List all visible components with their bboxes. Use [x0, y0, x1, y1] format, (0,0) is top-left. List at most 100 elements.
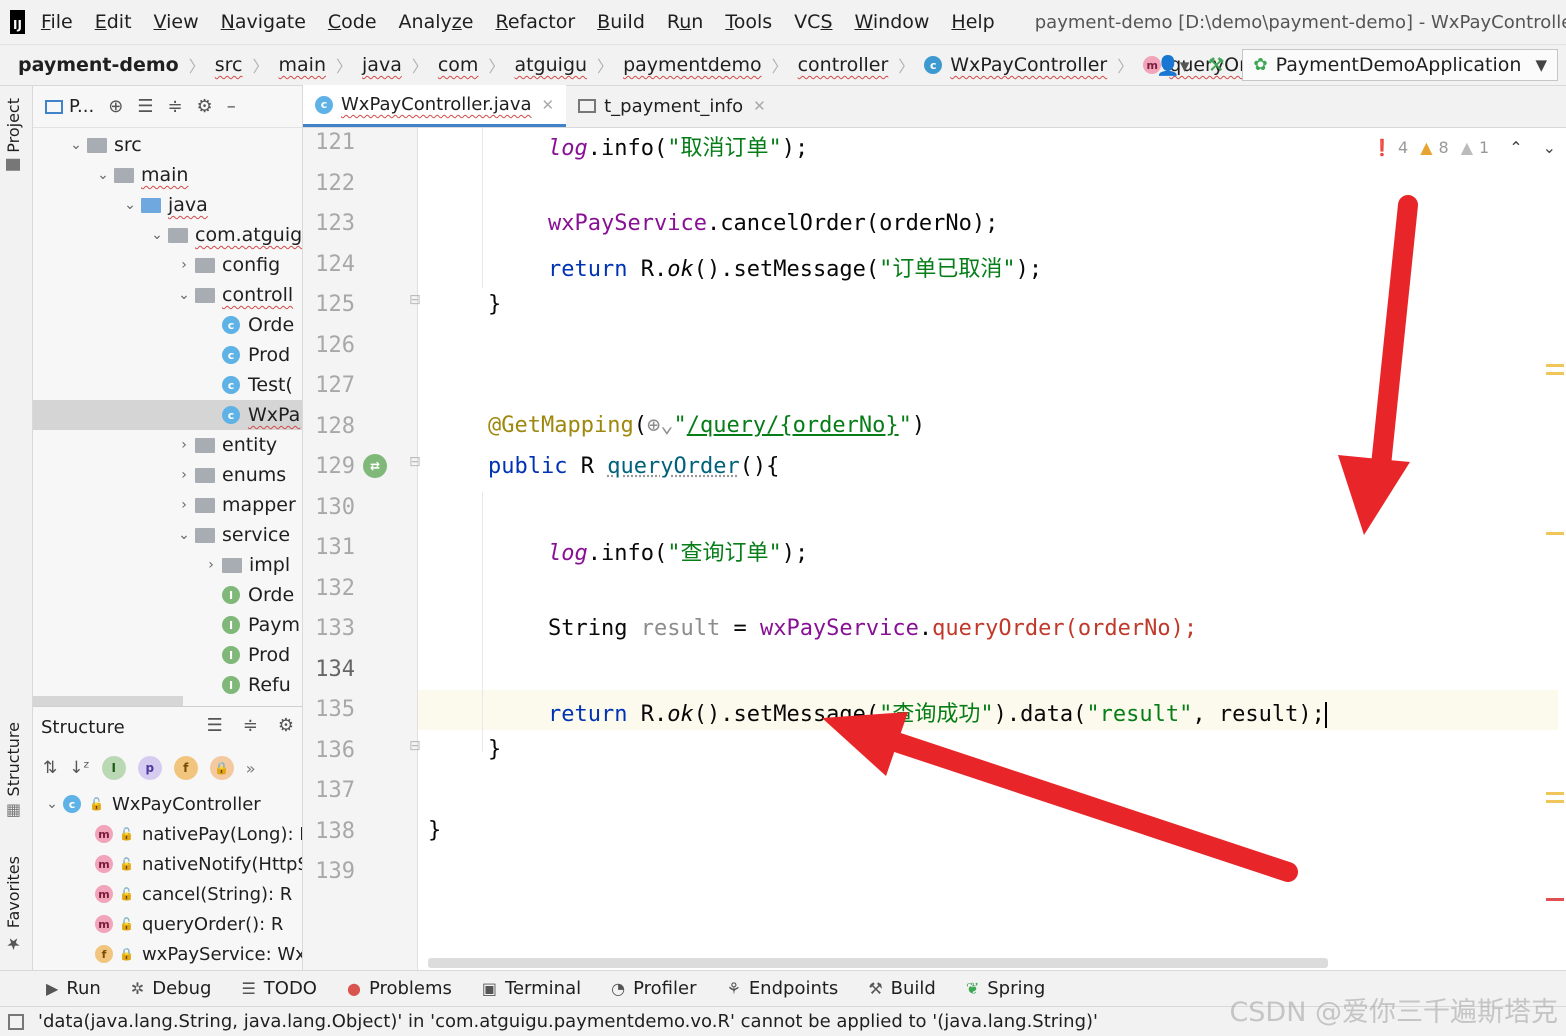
chevron-down-icon[interactable]: ⌄ [92, 167, 114, 183]
structure-method[interactable]: m 🔓 nativePay(Long): F [95, 819, 302, 849]
horizontal-scrollbar[interactable] [428, 958, 1328, 968]
line-number[interactable]: 136 [311, 738, 355, 763]
collapse-all-icon[interactable]: ≑ [243, 715, 258, 736]
tree-item-impl[interactable]: › impl [200, 550, 290, 580]
tree-item-prod[interactable]: c Prod [200, 340, 290, 370]
tool-build[interactable]: ⚒ Build [868, 978, 936, 999]
line-number[interactable]: 138 [311, 819, 355, 844]
line-number[interactable]: 131 [311, 535, 355, 560]
tab-t-payment-info[interactable]: t_payment_info ✕ [566, 85, 778, 127]
structure-field[interactable]: f 🔒 wxPayService: Wx [95, 939, 302, 969]
close-icon[interactable]: ✕ [542, 96, 555, 114]
breadcrumb-com[interactable]: com [438, 54, 479, 76]
tree-item-mapper[interactable]: › mapper [173, 490, 296, 520]
sort-by-visibility-icon[interactable]: ⇅ [43, 758, 57, 778]
tool-todo[interactable]: ☰ TODO [241, 978, 317, 999]
warning-stripe-marker[interactable] [1546, 372, 1564, 375]
gear-icon[interactable]: ⚙ [197, 96, 213, 117]
tab-wxpaycontroller[interactable]: c WxPayController.java ✕ [303, 85, 567, 127]
tree-item-src[interactable]: ⌄ src [65, 130, 142, 160]
tool-debug[interactable]: ✲ Debug [131, 978, 212, 999]
more-icon[interactable]: » [246, 759, 256, 778]
build-hammer-icon[interactable]: ⚒ [1207, 54, 1224, 76]
breadcrumb-java[interactable]: java [362, 54, 402, 76]
tree-item-service[interactable]: ⌄ service [173, 520, 290, 550]
chevron-right-icon[interactable]: › [173, 497, 195, 513]
tool-problems[interactable]: ● Problems [347, 978, 452, 999]
run-configuration-select[interactable]: ✿ PaymentDemoApplication ▼ [1242, 49, 1558, 81]
horizontal-scrollbar[interactable] [33, 696, 183, 706]
gear-icon[interactable]: ⚙ [278, 715, 294, 736]
hide-icon[interactable]: – [227, 96, 236, 117]
breadcrumb-atguigu[interactable]: atguigu [514, 54, 587, 76]
inspection-widget[interactable]: ❗ 4 ▲ 8 ▲ 1 ⌃ ⌄ [1372, 138, 1556, 157]
warning-stripe-marker[interactable] [1546, 800, 1564, 803]
tool-run[interactable]: ▶ Run [46, 978, 101, 999]
project-tool-tab[interactable]: Project [4, 98, 23, 171]
expand-all-icon[interactable]: ☰ [207, 715, 223, 736]
line-number[interactable]: 139 [311, 859, 355, 884]
tree-item-controll[interactable]: ⌄ controll [173, 280, 293, 310]
line-number[interactable]: 133 [311, 616, 355, 641]
tree-item-paym[interactable]: I Paym [200, 610, 300, 640]
show-inherited-icon[interactable]: I [101, 756, 126, 780]
menu-window[interactable]: Window [855, 11, 930, 33]
structure-root[interactable]: ⌄ c 🔓 WxPayController [41, 789, 261, 819]
code-area[interactable]: log.info("取消订单"); wxPayService.cancelOrd… [418, 128, 1566, 970]
line-number[interactable]: 127 [311, 373, 355, 398]
locate-icon[interactable]: ⊕ [108, 96, 123, 117]
chevron-down-icon[interactable]: ⌄ [173, 287, 195, 303]
sort-alphabetically-icon[interactable]: ↓ᶻ [69, 758, 89, 778]
menu-analyze[interactable]: Analyze [399, 11, 474, 33]
structure-method[interactable]: m 🔓 nativeNotify(HttpS [95, 849, 302, 879]
tree-item-orde[interactable]: I Orde [200, 580, 294, 610]
line-number[interactable]: 130 [311, 495, 355, 520]
chevron-down-icon[interactable]: ⌄ [1543, 138, 1556, 157]
tree-item-entity[interactable]: › entity [173, 430, 277, 460]
menu-navigate[interactable]: Navigate [221, 11, 306, 33]
line-number[interactable]: 121 [311, 130, 355, 155]
status-toggle-icon[interactable] [8, 1013, 24, 1030]
tree-item-java[interactable]: ⌄ java [119, 190, 208, 220]
menu-file[interactable]: File [41, 11, 73, 33]
line-number[interactable]: 125 [311, 292, 355, 317]
line-number[interactable]: 128 [311, 414, 355, 439]
tree-item-main[interactable]: ⌄ main [92, 160, 188, 190]
show-properties-icon[interactable]: p [137, 756, 162, 780]
line-number[interactable]: 132 [311, 576, 355, 601]
menu-vcs[interactable]: VCS [794, 11, 832, 33]
line-number[interactable]: 124 [311, 252, 355, 277]
tree-item-com-atguig[interactable]: ⌄ com.atguig [146, 220, 302, 250]
chevron-down-icon[interactable]: ⌄ [146, 227, 168, 243]
menu-edit[interactable]: Edit [95, 11, 132, 33]
chevron-down-icon[interactable]: ⌄ [65, 137, 87, 153]
line-number[interactable]: 135 [311, 697, 355, 722]
structure-method[interactable]: m 🔓 queryOrder(): R [95, 909, 283, 939]
breadcrumb-controller[interactable]: controller [798, 54, 889, 76]
line-number[interactable]: 137 [311, 778, 355, 803]
user-account-icon[interactable]: 👤▾ [1156, 54, 1189, 77]
tree-item-config[interactable]: › config [173, 250, 280, 280]
chevron-down-icon[interactable]: ⌄ [119, 197, 141, 213]
tool-spring[interactable]: ❦ Spring [966, 978, 1046, 999]
structure-tool-tab[interactable]: ▦ Structure [4, 722, 23, 821]
expand-all-icon[interactable]: ☰ [137, 96, 153, 117]
menu-help[interactable]: Help [951, 11, 994, 33]
show-fields-icon[interactable]: f [173, 756, 198, 780]
menu-refactor[interactable]: Refactor [495, 11, 575, 33]
warning-stripe-marker[interactable] [1546, 364, 1564, 367]
tree-item-enums[interactable]: › enums [173, 460, 286, 490]
tree-item-orde[interactable]: c Orde [200, 310, 294, 340]
chevron-down-icon[interactable]: ⌄ [173, 527, 195, 543]
warning-stripe-marker[interactable] [1546, 532, 1564, 535]
chevron-right-icon[interactable]: › [173, 437, 195, 453]
menu-tools[interactable]: Tools [725, 11, 772, 33]
globe-icon[interactable]: ⊕⌄ [647, 413, 674, 438]
collapse-all-icon[interactable]: ≑ [167, 96, 182, 117]
structure-method[interactable]: m 🔓 cancel(String): R [95, 879, 292, 909]
tree-item-wxpa[interactable]: c WxPa [33, 400, 302, 430]
show-non-public-icon[interactable]: 🔒 [209, 756, 234, 780]
line-number[interactable]: 129 [311, 454, 355, 479]
breadcrumb-paymentdemo[interactable]: paymentdemo [623, 54, 762, 76]
breadcrumb-class[interactable]: c WxPayController [924, 54, 1107, 76]
